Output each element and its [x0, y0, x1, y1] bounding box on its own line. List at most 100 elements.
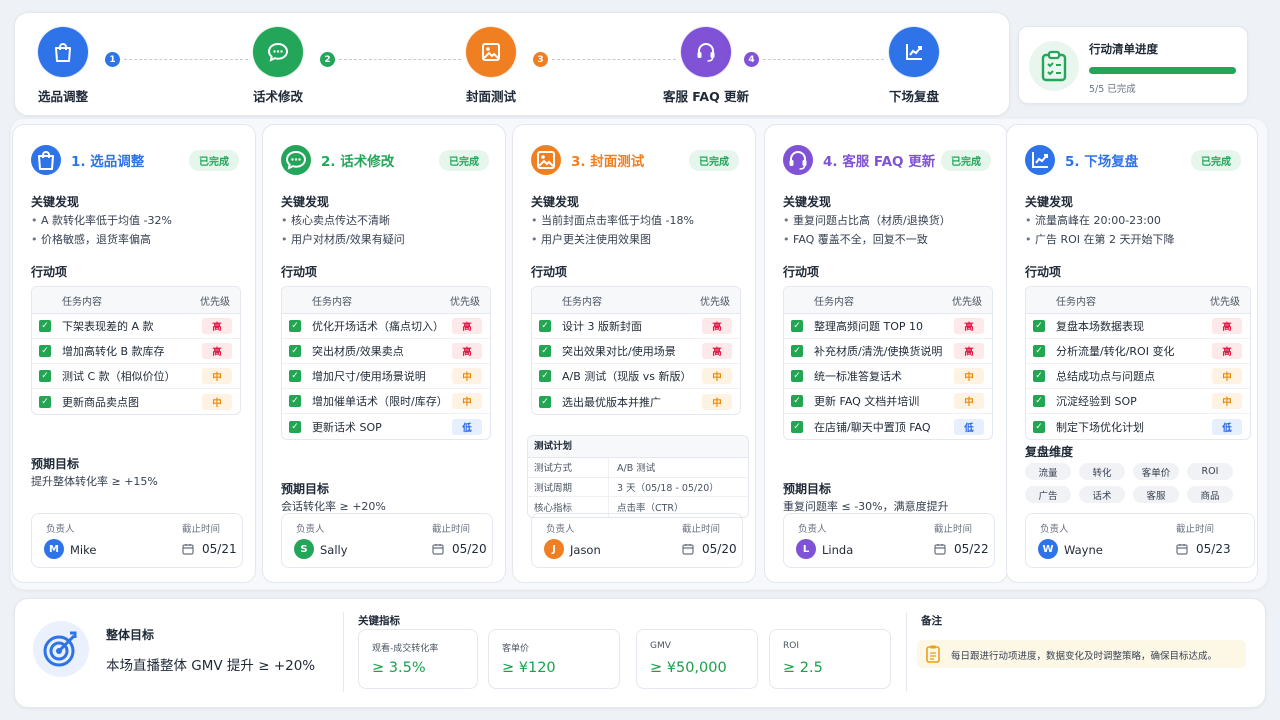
dimension-tag[interactable]: 流量 [1025, 463, 1071, 480]
checkbox-checked[interactable]: ✓ [289, 345, 301, 357]
checkbox-checked[interactable]: ✓ [791, 395, 803, 407]
findings-list: 流量高峰在 20:00-23:00广告 ROI 在第 2 天开始下降 [1025, 211, 1175, 249]
goal-heading: 预期目标 [281, 482, 330, 496]
findings-list: A 款转化率低于均值 -32%价格敏感，退货率偏高 [31, 211, 172, 249]
task-row[interactable]: ✓ 更新 FAQ 文档并培训 中 [784, 389, 992, 414]
task-row[interactable]: ✓ A/B 测试（现版 vs 新版） 中 [532, 364, 740, 389]
checkbox-checked[interactable]: ✓ [791, 370, 803, 382]
step-3[interactable]: 封面测试 [436, 27, 546, 105]
checkbox-checked[interactable]: ✓ [1033, 420, 1045, 433]
task-row[interactable]: ✓ 下架表现差的 A 款 高 [32, 314, 240, 339]
checkbox-checked[interactable]: ✓ [539, 395, 551, 408]
avatar: J [544, 539, 564, 559]
dimension-tag[interactable]: 客单价 [1133, 463, 1179, 480]
task-row[interactable]: ✓ 复盘本场数据表现 高 [1026, 314, 1250, 339]
task-row[interactable]: ✓ 更新话术 SOP 低 [282, 414, 490, 439]
task-row[interactable]: ✓ 增加催单话术（限时/库存） 中 [282, 389, 490, 414]
task-row[interactable]: ✓ 增加尺寸/使用场景说明 中 [282, 364, 490, 389]
checkbox-checked[interactable]: ✓ [289, 420, 301, 433]
status-badge: 已完成 [1191, 150, 1241, 171]
step-5[interactable]: 下场复盘 [859, 27, 969, 105]
task-row[interactable]: ✓ 统一标准答复话术 中 [784, 364, 992, 389]
finding-item: FAQ 覆盖不全，回复不一致 [783, 230, 951, 249]
deadline-label: 截止时间 [1176, 524, 1215, 535]
task-col-header: 任务内容 [1056, 296, 1096, 308]
task-row[interactable]: ✓ 测试 C 款（相似价位） 中 [32, 364, 240, 389]
checkbox-checked[interactable]: ✓ [289, 320, 301, 332]
image-icon [531, 145, 561, 175]
dimension-tag[interactable]: 商品 [1187, 486, 1233, 503]
task-text: 统一标准答复话术 [814, 370, 902, 383]
checkbox-checked[interactable]: ✓ [791, 320, 803, 332]
task-row[interactable]: ✓ 分析流量/转化/ROI 变化 高 [1026, 339, 1250, 364]
task-table: 任务内容 优先级 ✓ 优化开场话术（痛点切入） 高 ✓ 突出材质/效果卖点 高 ✓ 增加… [281, 286, 491, 440]
step-4[interactable]: 客服 FAQ 更新 [651, 27, 761, 105]
checkbox-checked[interactable]: ✓ [1033, 320, 1045, 332]
finding-item: 用户更关注使用效果图 [531, 230, 694, 249]
step-number: 2 [320, 52, 335, 67]
task-row[interactable]: ✓ 补充材质/清洗/使换货说明 高 [784, 339, 992, 364]
divider [906, 612, 907, 692]
checkbox-checked[interactable]: ✓ [539, 370, 551, 382]
deadline-value: 05/23 [1196, 542, 1231, 556]
findings-heading: 关键发现 [783, 195, 832, 209]
checkbox-checked[interactable]: ✓ [1033, 395, 1045, 407]
checkbox-checked[interactable]: ✓ [39, 395, 51, 408]
finding-item: 用户对材质/效果有疑问 [281, 230, 405, 249]
kpi-label: GMV [650, 641, 671, 651]
task-row[interactable]: ✓ 总结成功点与问题点 中 [1026, 364, 1250, 389]
actions-heading: 行动项 [783, 265, 820, 279]
step-1[interactable]: 选品调整 [8, 27, 118, 105]
checkbox-checked[interactable]: ✓ [289, 395, 301, 407]
dimension-tag[interactable]: 客服 [1133, 486, 1179, 503]
task-row[interactable]: ✓ 沉淀经验到 SOP 中 [1026, 389, 1250, 414]
step-2[interactable]: 话术修改 [223, 27, 333, 105]
task-table: 任务内容 优先级 ✓ 复盘本场数据表现 高 ✓ 分析流量/转化/ROI 变化 高 ✓ 总… [1025, 286, 1251, 440]
dimension-tag[interactable]: 话术 [1079, 486, 1125, 503]
step-number: 3 [533, 52, 548, 67]
priority-badge: 中 [202, 368, 232, 384]
task-row[interactable]: ✓ 选出最优版本并推广 中 [532, 389, 740, 414]
findings-heading: 关键发现 [1025, 195, 1074, 209]
task-text: 整理高频问题 TOP 10 [814, 320, 924, 333]
task-row[interactable]: ✓ 整理高频问题 TOP 10 高 [784, 314, 992, 339]
dimension-tag[interactable]: ROI [1187, 463, 1233, 480]
task-text: 制定下场优化计划 [1056, 420, 1144, 434]
checkbox-checked[interactable]: ✓ [39, 320, 51, 332]
task-text: 设计 3 版新封面 [562, 320, 642, 333]
checkbox-checked[interactable]: ✓ [1033, 345, 1045, 357]
checkbox-checked[interactable]: ✓ [289, 370, 301, 382]
shopping-bag-icon [31, 145, 61, 175]
task-row[interactable]: ✓ 增加高转化 B 款库存 高 [32, 339, 240, 364]
checkbox-checked[interactable]: ✓ [791, 420, 803, 433]
dimension-tag[interactable]: 广告 [1025, 486, 1071, 503]
finding-item: 当前封面点击率低于均值 -18% [531, 211, 694, 230]
kpi-label: 客单价 [502, 644, 530, 654]
task-table-header: 任务内容 优先级 [532, 287, 740, 314]
task-table: 任务内容 优先级 ✓ 整理高频问题 TOP 10 高 ✓ 补充材质/清洗/使换货说明 … [783, 286, 993, 440]
action-card-2: 2. 话术修改 已完成 关键发现 核心卖点传达不清晰用户对材质/效果有疑问行动项… [262, 124, 506, 583]
task-row[interactable]: ✓ 设计 3 版新封面 高 [532, 314, 740, 339]
checkbox-checked[interactable]: ✓ [39, 345, 51, 357]
dimension-tag[interactable]: 转化 [1079, 463, 1125, 480]
priority-badge: 高 [702, 343, 732, 359]
checkbox-checked[interactable]: ✓ [539, 345, 551, 357]
task-row[interactable]: ✓ 更新商品卖点图 中 [32, 389, 240, 414]
task-row[interactable]: ✓ 突出材质/效果卖点 高 [282, 339, 490, 364]
calendar-icon [934, 544, 946, 555]
task-row[interactable]: ✓ 在店铺/聊天中置顶 FAQ 低 [784, 414, 992, 439]
task-table-header: 任务内容 优先级 [1026, 287, 1250, 314]
deadline-label: 截止时间 [432, 524, 471, 535]
checkbox-checked[interactable]: ✓ [1033, 370, 1045, 382]
kpi-value: ≥ 3.5% [372, 660, 426, 676]
checkbox-checked[interactable]: ✓ [539, 320, 551, 332]
task-row[interactable]: ✓ 制定下场优化计划 低 [1026, 414, 1250, 439]
checkbox-checked[interactable]: ✓ [791, 345, 803, 357]
finding-item: A 款转化率低于均值 -32% [31, 211, 172, 230]
priority-col-header: 优先级 [450, 296, 480, 308]
task-row[interactable]: ✓ 突出效果对比/使用场景 高 [532, 339, 740, 364]
task-text: 更新话术 SOP [312, 420, 382, 434]
goal-heading: 预期目标 [783, 482, 832, 496]
task-row[interactable]: ✓ 优化开场话术（痛点切入） 高 [282, 314, 490, 339]
checkbox-checked[interactable]: ✓ [39, 370, 51, 382]
